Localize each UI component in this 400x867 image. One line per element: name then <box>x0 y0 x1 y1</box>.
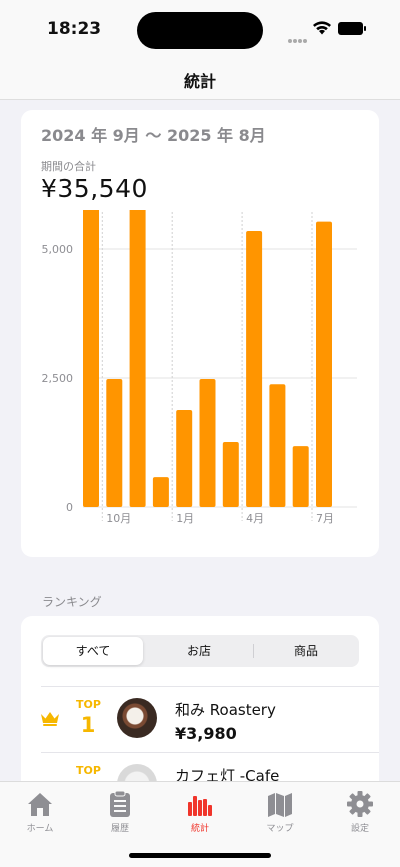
y-tick-label: 2,500 <box>42 372 74 385</box>
tab-map[interactable]: マップ <box>250 790 310 834</box>
ranking-filter-control: すべて お店 商品 <box>41 635 359 667</box>
navigation-bar: 統計 <box>0 56 400 100</box>
total-value: ¥35,540 <box>41 174 148 203</box>
shop-name: 和み Roastery <box>175 701 276 719</box>
period-label[interactable]: 2024 年 9月 〜 2025 年 8月 <box>41 122 266 146</box>
gear-icon <box>347 791 373 817</box>
clipboard-icon <box>110 790 130 817</box>
bar-2025-02[interactable] <box>199 379 216 507</box>
signal-icon <box>288 28 310 43</box>
tab-stats[interactable]: 統計 <box>170 790 230 834</box>
bar-2024-12[interactable] <box>152 477 169 507</box>
bar-2024-10[interactable] <box>106 379 123 507</box>
bar-2025-03[interactable] <box>222 441 239 507</box>
segment-divider <box>253 644 254 658</box>
segment-shops[interactable]: お店 <box>147 637 251 665</box>
page-title: 統計 <box>183 72 216 91</box>
crown-icon <box>41 712 59 726</box>
tab-history[interactable]: 履歴 <box>90 790 150 834</box>
y-tick-label: 0 <box>66 501 73 514</box>
status-bar: 18:23 <box>0 0 400 56</box>
shop-thumbnail <box>117 698 157 738</box>
rank-top-label: TOP <box>76 764 101 777</box>
status-time: 18:23 <box>47 19 102 39</box>
x-tick-label: 7月 <box>316 512 334 525</box>
bar-2025-06[interactable] <box>292 446 309 507</box>
tab-label: 統計 <box>190 824 209 834</box>
tab-label: 履歴 <box>110 824 129 834</box>
ranking-section-title: ランキング <box>42 595 102 609</box>
bar-2025-05[interactable] <box>269 384 286 507</box>
segment-products[interactable]: 商品 <box>255 637 357 665</box>
house-icon <box>28 793 52 816</box>
rank-number: 1 <box>80 713 96 737</box>
battery-icon <box>338 22 366 35</box>
x-tick-label: 10月 <box>106 512 131 525</box>
row-divider <box>41 752 379 753</box>
map-icon <box>268 793 292 817</box>
shop-amount: ¥3,980 <box>175 724 237 743</box>
bar-2024-09[interactable] <box>83 210 99 507</box>
statistics-card: 2024 年 9月 〜 2025 年 8月 期間の合計 ¥35,540 0 2,5… <box>21 110 379 557</box>
bar-2025-04[interactable] <box>246 230 263 507</box>
segment-all[interactable]: すべて <box>43 637 143 665</box>
y-tick-label: 5,000 <box>42 243 74 256</box>
bar-2025-07[interactable] <box>316 221 332 507</box>
bar-chart-icon <box>188 796 212 816</box>
ranking-row[interactable]: TOP 1 和み Roastery ¥3,980 <box>21 686 379 752</box>
ranking-card: すべて お店 商品 TOP 1 和み Roastery ¥3,980 TOP カ… <box>21 616 379 804</box>
wifi-icon <box>313 21 331 35</box>
home-indicator <box>129 853 271 858</box>
monthly-bar-chart[interactable]: 02,5005,0007,50010月1月4月7月 <box>21 210 379 540</box>
tab-home[interactable]: ホーム <box>10 790 70 834</box>
x-tick-label: 1月 <box>176 512 194 525</box>
rank-top-label: TOP <box>76 698 101 711</box>
tab-label: ホーム <box>26 824 54 834</box>
tab-label: マップ <box>266 824 294 834</box>
bar-2025-01[interactable] <box>176 409 193 507</box>
total-label: 期間の合計 <box>41 160 96 173</box>
row-divider <box>41 686 379 687</box>
bar-2024-11[interactable] <box>129 210 146 507</box>
tab-label: 設定 <box>350 824 369 834</box>
tab-settings[interactable]: 設定 <box>330 790 390 834</box>
dynamic-island <box>137 12 263 49</box>
x-tick-label: 4月 <box>246 512 264 525</box>
